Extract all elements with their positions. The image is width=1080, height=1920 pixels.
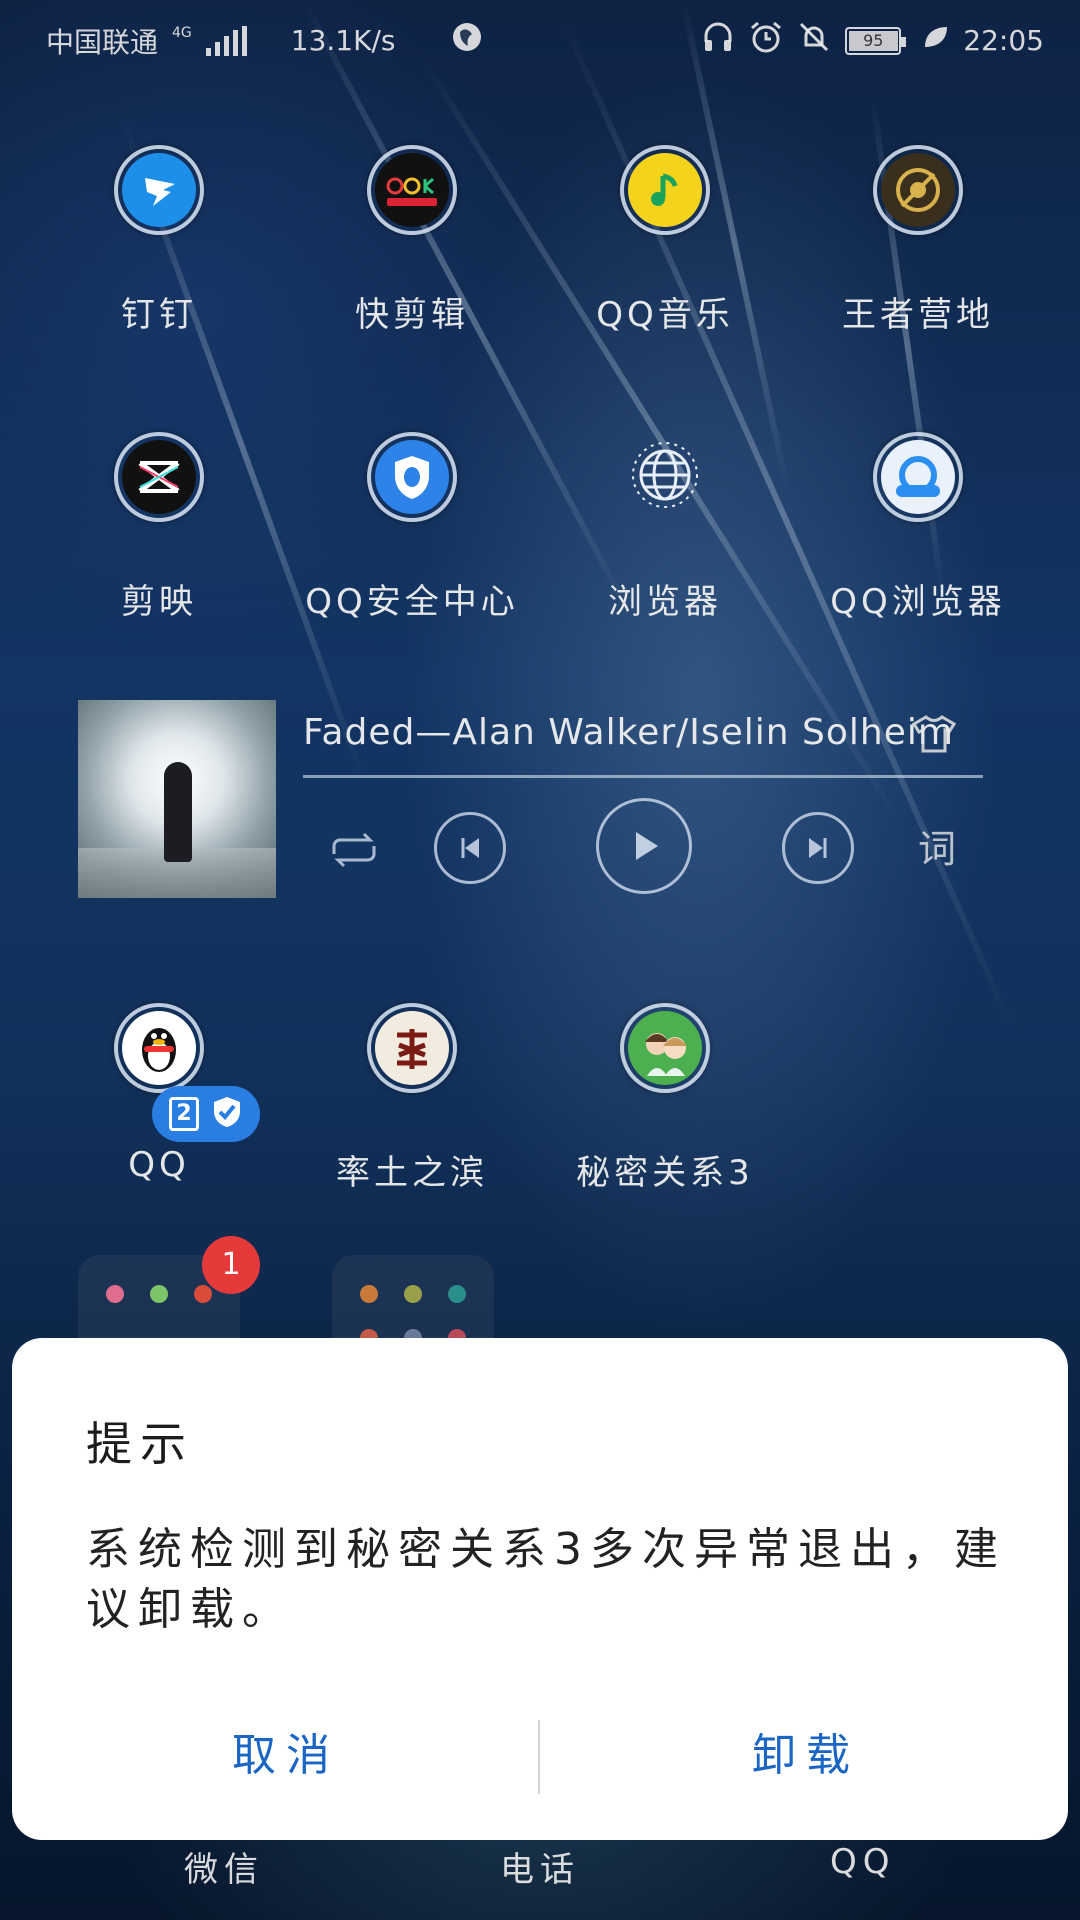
button-divider (538, 1720, 540, 1794)
qq-badge: 2 (152, 1086, 260, 1142)
song-progress-bar[interactable] (303, 775, 983, 778)
app-label: QQ安全中心 (305, 582, 519, 622)
album-art[interactable] (78, 700, 276, 898)
shield-check-icon (211, 1095, 243, 1133)
vpn-icon (450, 20, 484, 61)
app-browser[interactable]: 浏览器 (540, 432, 790, 623)
wangzhe-camp-icon (881, 153, 955, 227)
uninstall-dialog: 提示 系统检测到秘密关系3多次异常退出，建议卸载。 取消 卸载 (12, 1338, 1068, 1840)
dock-phone[interactable]: 电话 (500, 1842, 580, 1891)
app-wangzhe-camp[interactable]: 王者营地 (793, 145, 1043, 336)
app-label: 浏览器 (608, 582, 722, 622)
app-label: 快剪辑 (355, 295, 469, 335)
status-bar: 中国联通 4G 13.1K/s 95 22:05 (0, 0, 1080, 76)
qq-penguin-icon (122, 1011, 196, 1085)
app-qq-music[interactable]: QQ音乐 (540, 145, 790, 336)
network-type: 4G (172, 24, 192, 41)
app-label: QQ (128, 1145, 190, 1185)
power-saving-leaf-icon (921, 23, 949, 58)
mute-bell-icon (797, 20, 831, 61)
headphones-icon (701, 20, 735, 61)
qq-music-icon (628, 153, 702, 227)
jianying-icon (122, 440, 196, 514)
dock-qq[interactable]: QQ (830, 1842, 896, 1882)
badge-count: 2 (169, 1097, 199, 1131)
app-label: 王者营地 (842, 295, 994, 335)
music-widget: Faded—Alan Walker/Iselin Solheim 词 (78, 700, 988, 900)
app-secret-relation[interactable]: 秘密关系3 (540, 1003, 790, 1194)
cancel-button[interactable]: 取消 (76, 1716, 496, 1796)
qq-security-icon (375, 440, 449, 514)
clock: 22:05 (963, 24, 1044, 57)
battery-icon: 95 (845, 26, 907, 55)
app-label: 秘密关系3 (576, 1153, 754, 1193)
app-qq-security[interactable]: QQ安全中心 (287, 432, 537, 623)
dialog-message: 系统检测到秘密关系3多次异常退出，建议卸载。 (86, 1524, 1006, 1635)
next-icon[interactable] (782, 812, 854, 884)
dock-wechat[interactable]: 微信 (184, 1842, 264, 1891)
repeat-icon[interactable] (322, 818, 386, 882)
play-icon[interactable] (596, 798, 692, 894)
lyrics-button[interactable]: 词 (918, 818, 956, 873)
signal-icon (205, 25, 247, 56)
song-title: Faded—Alan Walker/Iselin Solheim (303, 712, 954, 753)
app-label: QQ浏览器 (830, 582, 1006, 622)
dialog-title: 提示 (86, 1417, 194, 1471)
qq-browser-icon (881, 440, 955, 514)
app-jianying[interactable]: 剪映 (34, 432, 284, 623)
app-qq-browser[interactable]: QQ浏览器 (793, 432, 1043, 623)
shuaitu-icon (375, 1011, 449, 1085)
app-label: QQ音乐 (596, 295, 734, 335)
kuaijianji-icon (375, 153, 449, 227)
app-dingtalk[interactable]: 钉钉 (34, 145, 284, 336)
alarm-icon (749, 20, 783, 61)
app-kuaijianji[interactable]: 快剪辑 (287, 145, 537, 336)
uninstall-button[interactable]: 卸载 (596, 1716, 1016, 1796)
secret-relation-icon (628, 1011, 702, 1085)
previous-icon[interactable] (434, 812, 506, 884)
app-label: 剪映 (121, 582, 197, 622)
dingtalk-icon (122, 153, 196, 227)
browser-globe-icon (620, 432, 710, 522)
tshirt-skin-icon[interactable] (910, 714, 958, 754)
app-shuaitu[interactable]: 率土之滨 (287, 1003, 537, 1194)
app-label: 率土之滨 (336, 1153, 488, 1193)
network-speed: 13.1K/s (290, 24, 396, 57)
battery-level: 95 (863, 30, 884, 50)
carrier-label: 中国联通 (46, 25, 159, 59)
folder-notification-badge: 1 (202, 1236, 260, 1294)
app-label: 钉钉 (121, 295, 197, 335)
